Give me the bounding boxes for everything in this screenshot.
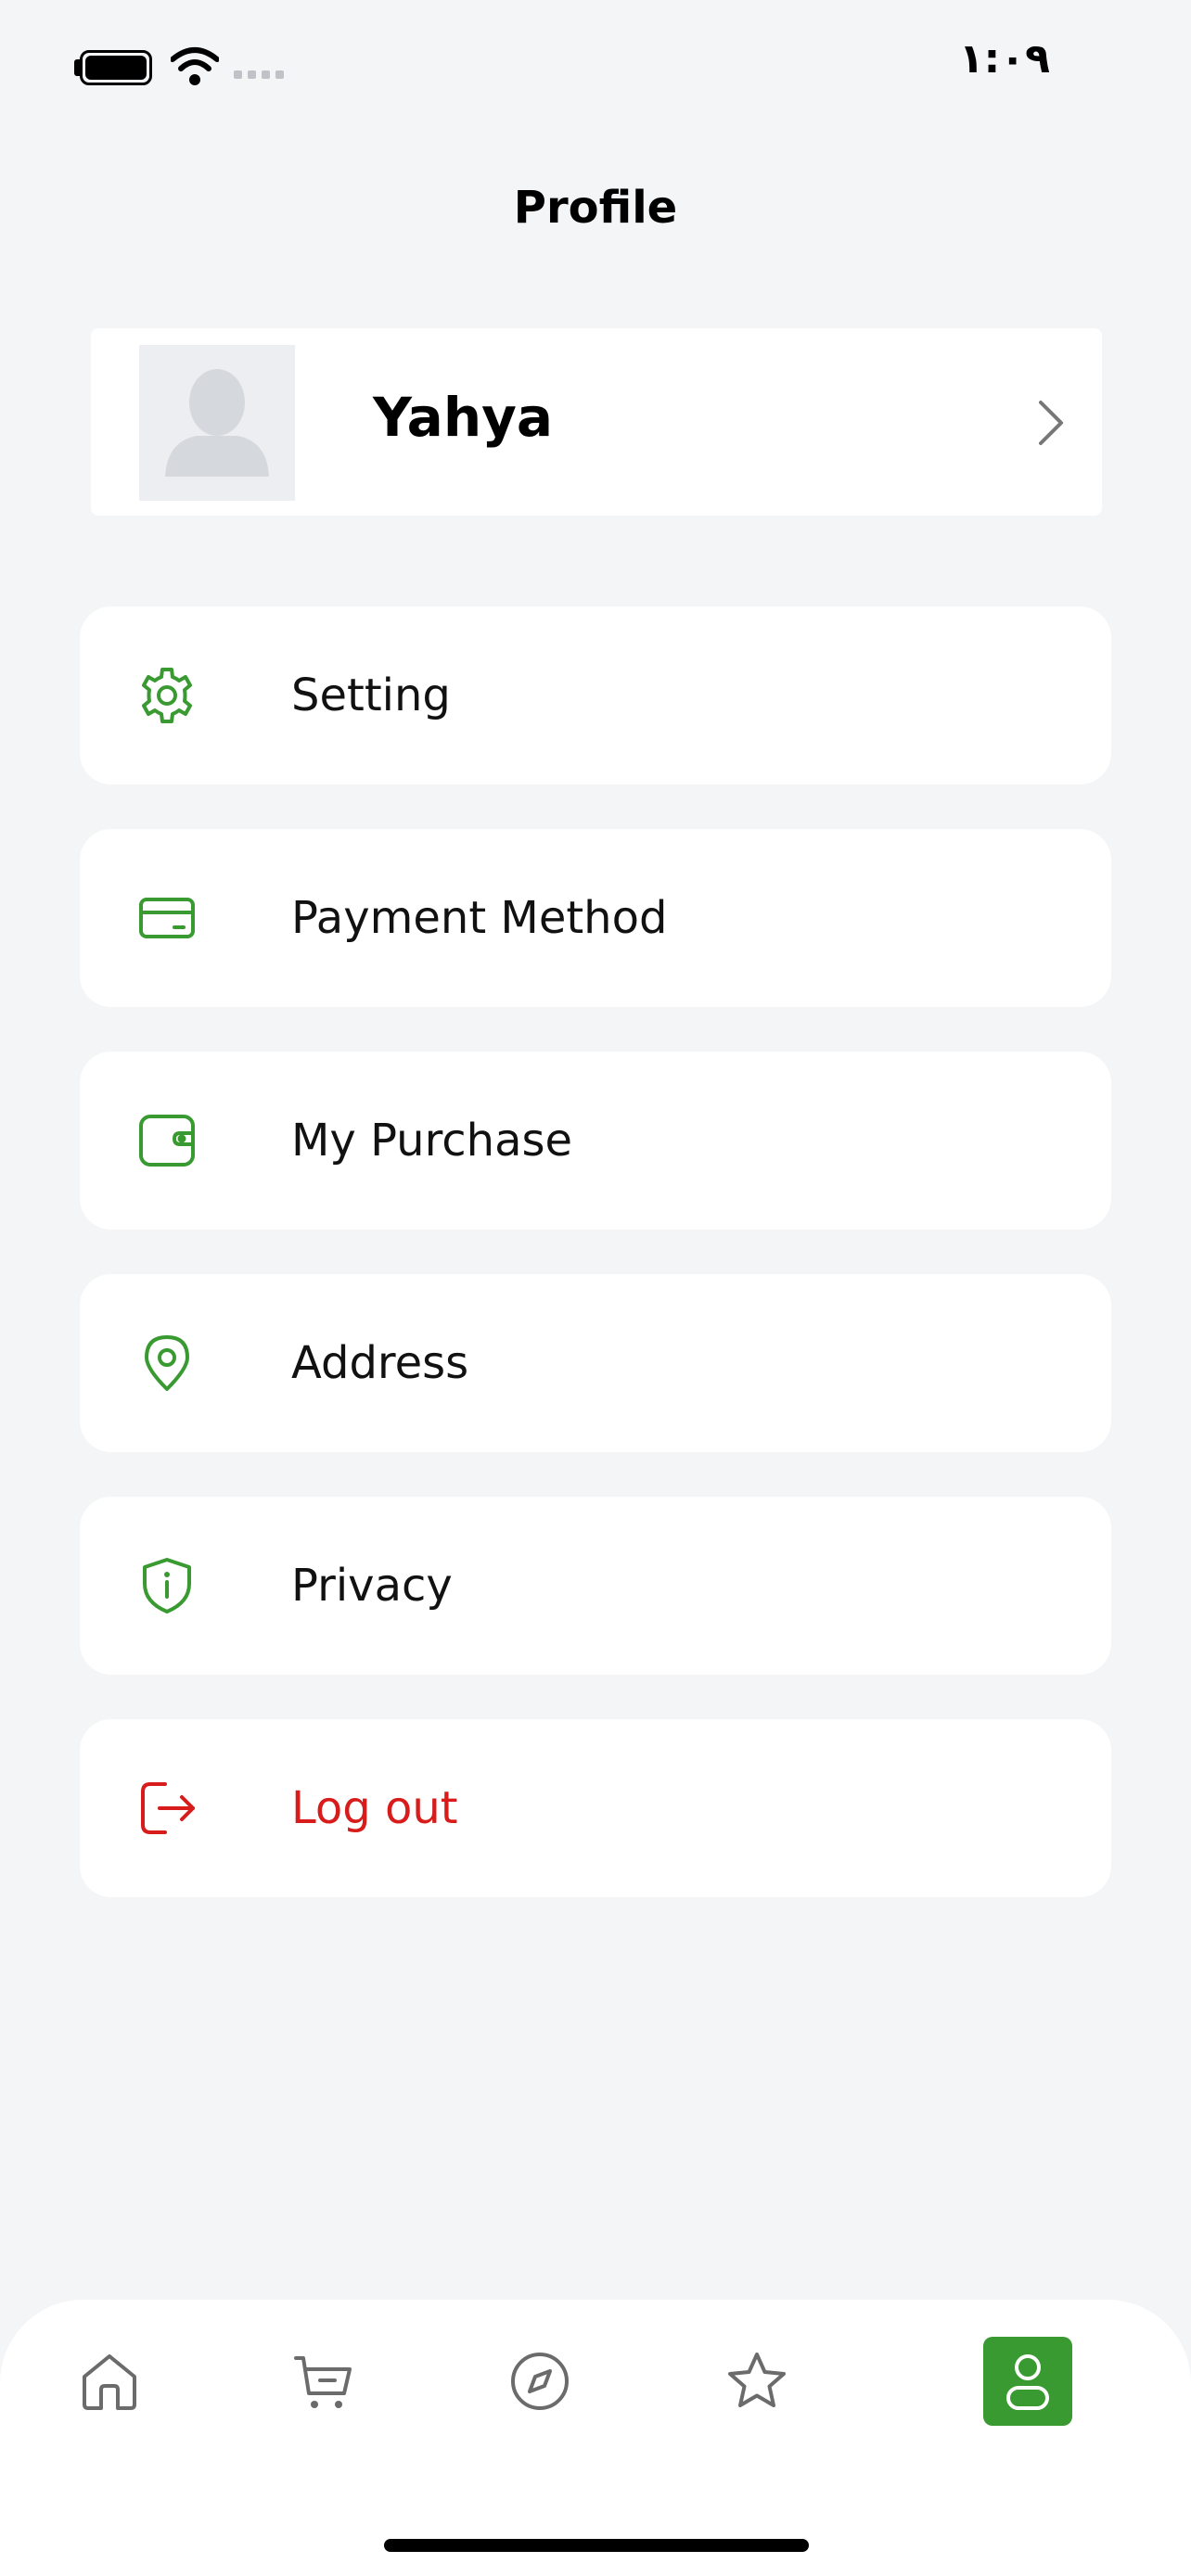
menu-item-setting[interactable]: Setting — [80, 606, 1111, 784]
compass-icon — [511, 2353, 569, 2410]
nav-profile[interactable] — [983, 2337, 1072, 2426]
cart-icon — [294, 2356, 352, 2408]
star-icon — [728, 2353, 786, 2407]
menu-item-privacy[interactable]: Privacy — [80, 1497, 1111, 1675]
credit-card-icon — [139, 898, 195, 938]
home-icon — [83, 2354, 136, 2410]
cellular-signal-icon — [234, 70, 284, 79]
avatar — [139, 345, 295, 501]
bottom-navigation — [0, 2300, 1191, 2576]
chevron-right-icon — [1039, 401, 1063, 445]
nav-favorites[interactable] — [712, 2337, 801, 2426]
nav-explore[interactable] — [495, 2337, 584, 2426]
shield-info-icon — [143, 1558, 191, 1613]
location-pin-icon — [145, 1335, 189, 1391]
wifi-icon — [171, 47, 219, 85]
user-icon — [1006, 2354, 1049, 2410]
menu-item-label: My Purchase — [291, 1115, 573, 1167]
menu-item-label: Payment Method — [291, 892, 668, 944]
menu-item-payment-method[interactable]: Payment Method — [80, 829, 1111, 1007]
wallet-icon — [139, 1115, 195, 1167]
profile-screen: ١:٠٩ Profile Yahya Setting Payment Metho… — [0, 0, 1191, 2576]
nav-home[interactable] — [65, 2337, 154, 2426]
menu-item-address[interactable]: Address — [80, 1274, 1111, 1452]
avatar-placeholder-icon — [139, 345, 295, 501]
menu-item-log-out[interactable]: Log out — [80, 1719, 1111, 1897]
menu-item-label: Setting — [291, 670, 451, 721]
logout-icon — [141, 1782, 195, 1834]
menu-item-my-purchase[interactable]: My Purchase — [80, 1052, 1111, 1230]
status-bar: ١:٠٩ — [0, 0, 1191, 139]
battery-icon — [80, 50, 152, 85]
menu-item-label: Log out — [291, 1782, 458, 1834]
nav-cart[interactable] — [280, 2337, 369, 2426]
menu-item-label: Address — [291, 1337, 469, 1389]
gear-icon — [142, 668, 192, 723]
profile-card[interactable]: Yahya — [91, 328, 1102, 516]
page-title: Profile — [513, 182, 678, 234]
home-indicator — [384, 2539, 809, 2552]
profile-name: Yahya — [373, 386, 554, 449]
menu-item-label: Privacy — [291, 1560, 453, 1612]
status-time: ١:٠٩ — [958, 35, 1050, 83]
